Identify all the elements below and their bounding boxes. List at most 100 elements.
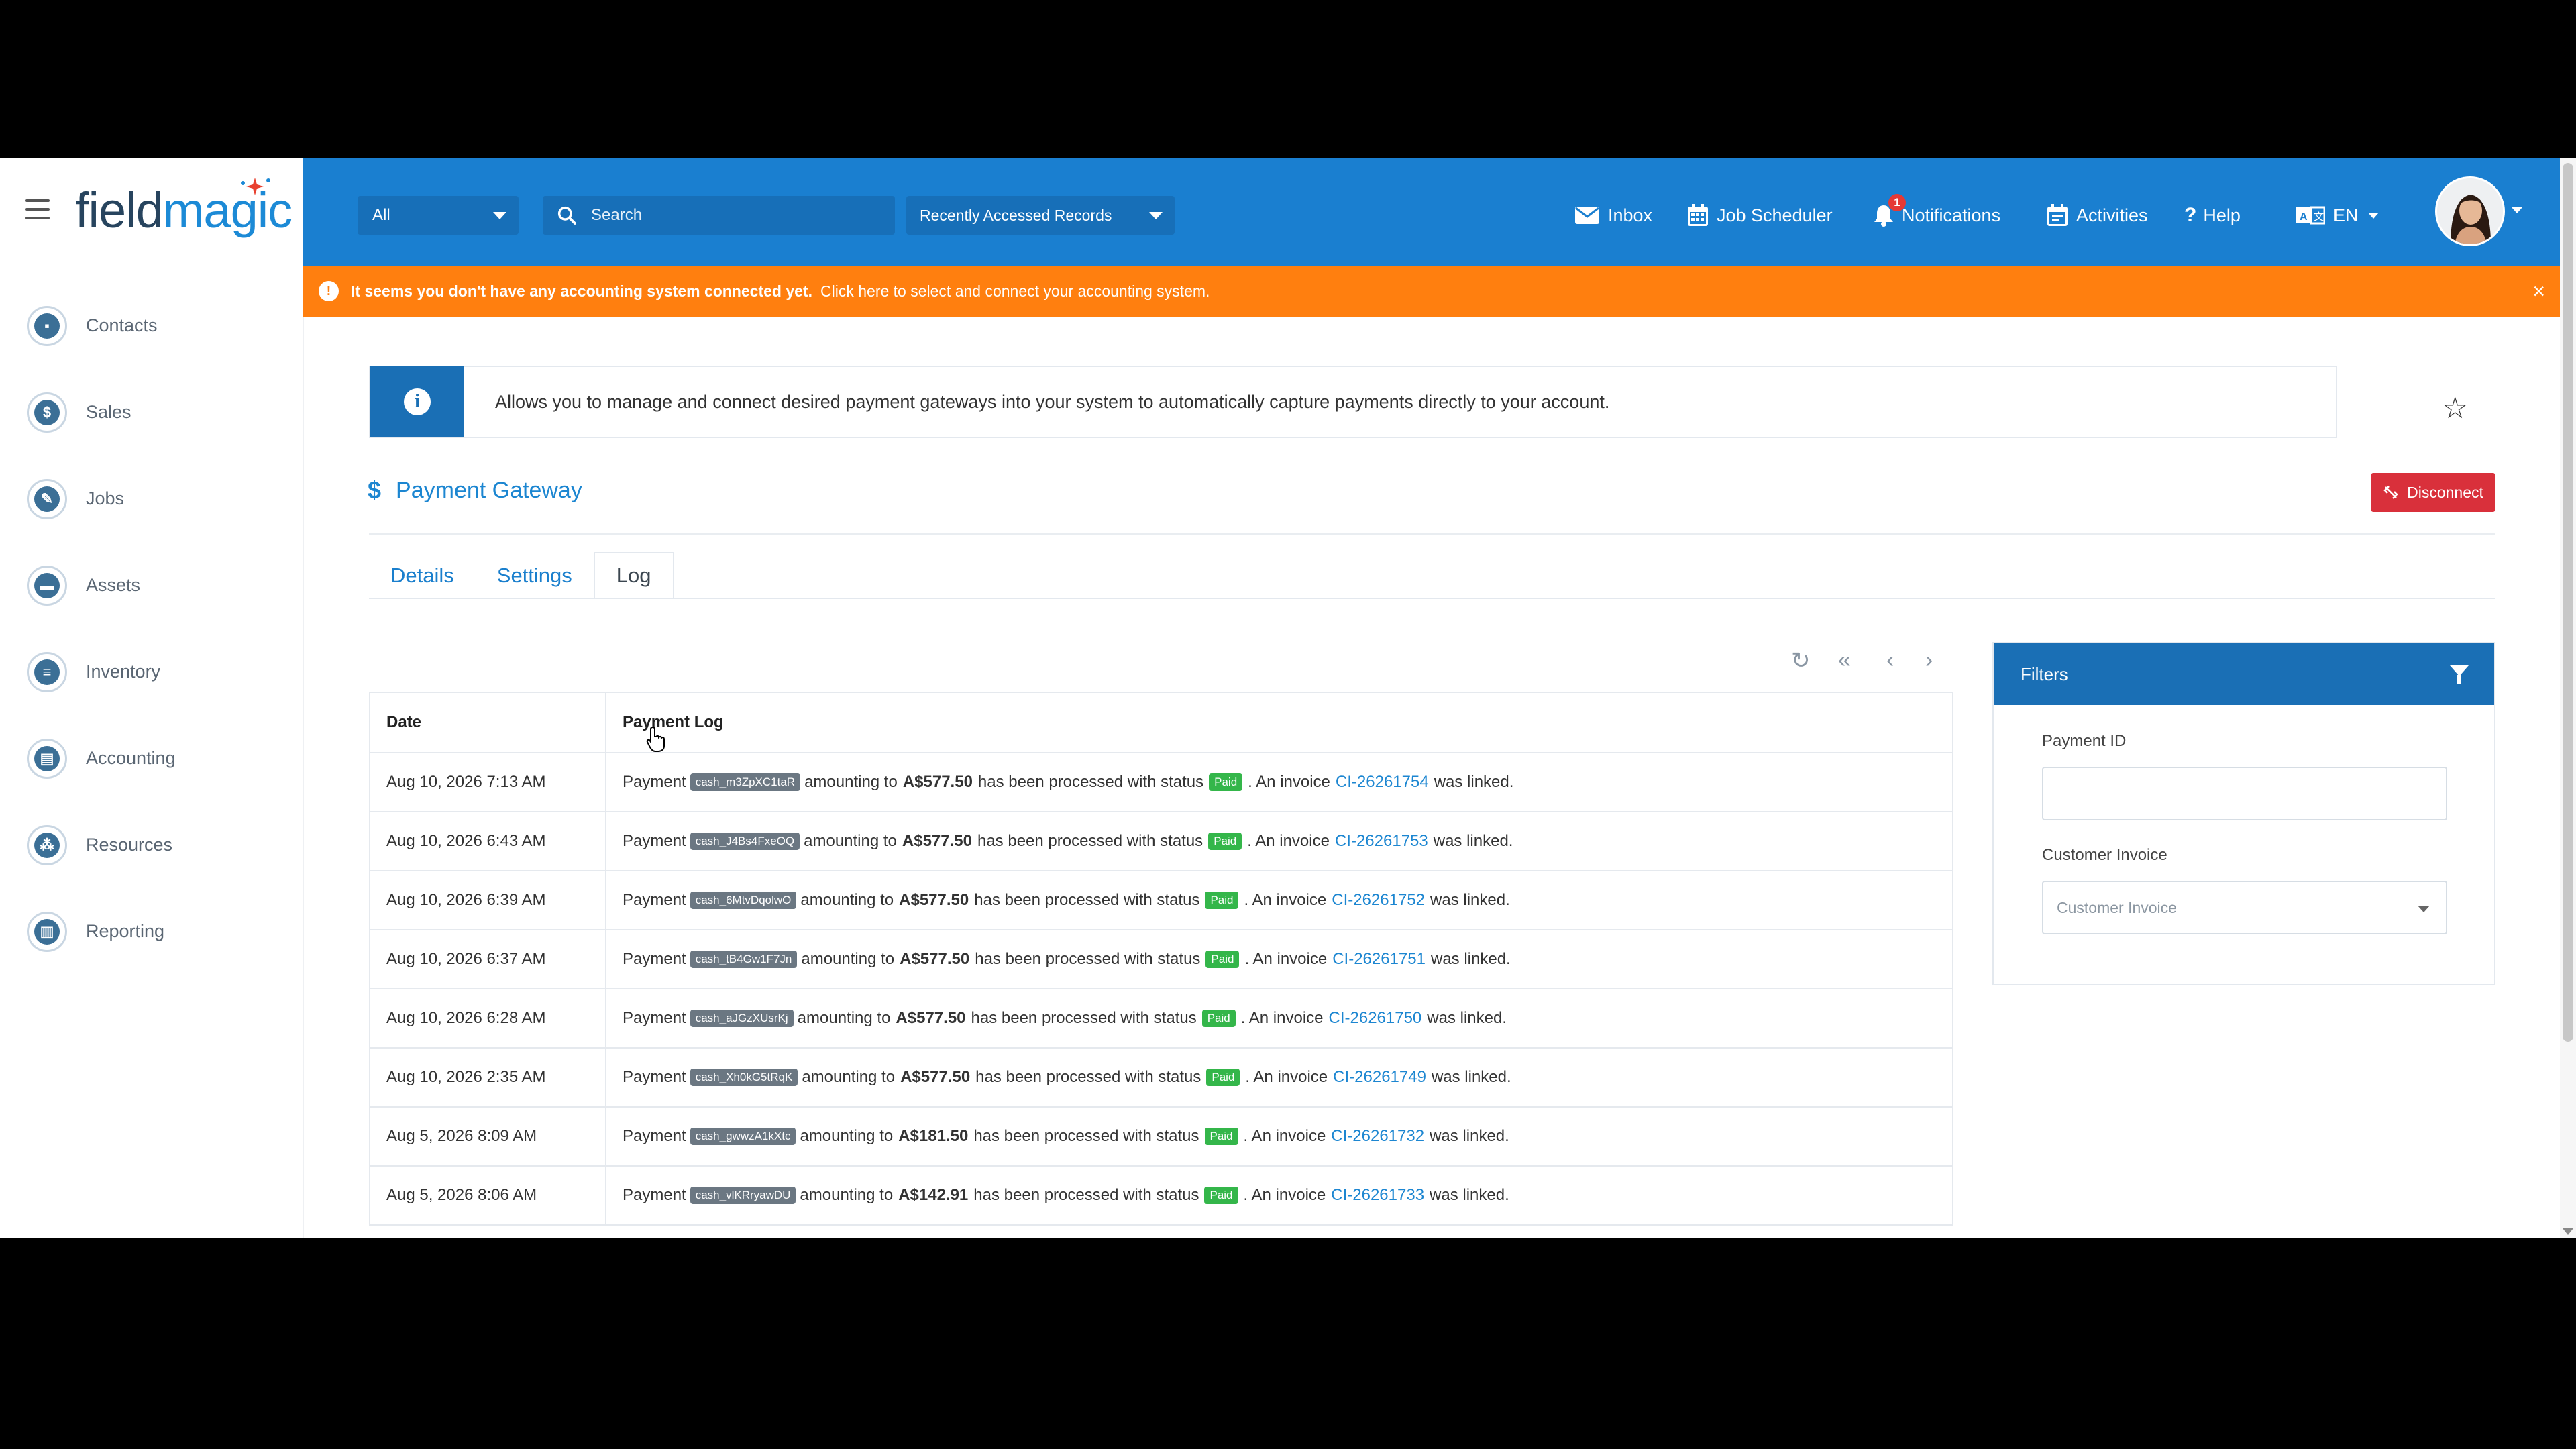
page-scrollbar[interactable] [2560, 158, 2576, 1238]
star-favorite-icon[interactable]: ☆ [2442, 391, 2468, 425]
log-prefix: Payment [623, 773, 686, 791]
payment-code-badge: cash_tB4Gw1F7Jn [690, 951, 798, 968]
previous-page-icon[interactable]: ‹ [1886, 647, 1894, 674]
tab-divider [369, 598, 2496, 599]
status-badge: Paid [1206, 1069, 1240, 1086]
customer-invoice-placeholder: Customer Invoice [2057, 898, 2177, 916]
sidebar-item-accounting[interactable]: ▤ Accounting [0, 715, 303, 802]
sidebar-item-resources[interactable]: ⁂ Resources [0, 802, 303, 888]
invoice-link[interactable]: CI-26261732 [1331, 1127, 1424, 1146]
payment-id-input[interactable] [2042, 767, 2447, 820]
scope-select[interactable]: All [358, 196, 519, 235]
scope-select-value: All [372, 206, 390, 224]
disconnect-button[interactable]: Disconnect [2371, 473, 2496, 512]
log-date: Aug 10, 2026 6:28 AM [370, 989, 606, 1047]
table-row: Aug 10, 2026 7:13 AM Payment cash_m3ZpXC1t… [370, 753, 1952, 812]
user-avatar[interactable] [2435, 176, 2505, 246]
sidebar-nav: ▪ Contacts $ Sales ✎ Jobs ▬ Assets ≡ Inventory ▤ Ac… [0, 282, 303, 975]
sidebar-item-sales[interactable]: $ Sales [0, 369, 303, 455]
search-box[interactable] [543, 196, 895, 235]
invoice-link[interactable]: CI-26261733 [1331, 1186, 1424, 1205]
job-scheduler-link[interactable]: Job Scheduler [1687, 195, 1833, 235]
sidebar-item-inventory[interactable]: ≡ Inventory [0, 629, 303, 715]
log-invoice-text: . An invoice [1240, 1009, 1324, 1027]
activities-link[interactable]: Activities [2047, 195, 2148, 235]
inbox-link[interactable]: Inbox [1574, 195, 1652, 235]
log-date: Aug 10, 2026 6:43 AM [370, 812, 606, 870]
sidebar-item-jobs[interactable]: ✎ Jobs [0, 455, 303, 542]
tab-settings[interactable]: Settings [476, 552, 594, 599]
contacts-icon: ▪ [27, 305, 67, 346]
avatar-chevron-icon[interactable] [2512, 207, 2522, 213]
log-suffix: was linked. [1427, 1009, 1507, 1027]
nav-icon-glyph: ▥ [34, 918, 60, 945]
invoice-link[interactable]: CI-26261750 [1329, 1009, 1422, 1028]
hamburger-menu-icon[interactable] [25, 199, 50, 219]
payment-amount: A$577.50 [902, 773, 973, 791]
log-column-header[interactable]: Payment Log [606, 713, 1952, 732]
divider [369, 533, 2496, 535]
info-icon: i [404, 388, 431, 415]
log-mid-text: amounting to [800, 1186, 894, 1204]
connect-accounting-link[interactable]: Click here to select and connect your ac… [820, 282, 1210, 301]
svg-text:文: 文 [2314, 211, 2324, 223]
dollar-icon: $ [27, 392, 67, 433]
language-label: EN [2333, 205, 2359, 225]
filters-panel: Filters Payment ID Customer Invoice Cust… [1992, 642, 2496, 985]
resources-icon: ⁂ [27, 824, 67, 865]
log-message: Payment cash_aJGzXUsrKj amounting to A$577.… [606, 1009, 1952, 1028]
invoice-link[interactable]: CI-26261754 [1336, 773, 1429, 792]
status-badge: Paid [1201, 1010, 1236, 1027]
log-prefix: Payment [623, 891, 686, 909]
scroll-down-icon[interactable] [2563, 1228, 2573, 1235]
next-page-icon[interactable]: › [1925, 647, 1933, 674]
log-date: Aug 10, 2026 6:39 AM [370, 871, 606, 929]
log-message: Payment cash_m3ZpXC1taR amounting to A$577.… [606, 773, 1952, 792]
job-scheduler-label: Job Scheduler [1717, 205, 1833, 225]
log-mid-text: amounting to [801, 950, 895, 968]
close-icon[interactable]: × [2532, 279, 2545, 304]
tab-log[interactable]: Log [593, 552, 674, 599]
first-page-icon[interactable]: « [1838, 647, 1851, 674]
customer-invoice-select[interactable]: Customer Invoice [2042, 881, 2447, 934]
log-date: Aug 10, 2026 7:13 AM [370, 753, 606, 811]
invoice-link[interactable]: CI-26261753 [1335, 832, 1428, 851]
envelope-icon [1575, 207, 1599, 224]
briefcase-icon: ▬ [27, 565, 67, 606]
log-date: Aug 5, 2026 8:09 AM [370, 1108, 606, 1165]
sidebar-item-reporting[interactable]: ▥ Reporting [0, 888, 303, 975]
invoice-link[interactable]: CI-26261749 [1333, 1068, 1426, 1087]
unlink-icon [2383, 486, 2398, 499]
log-mid-text: amounting to [804, 832, 897, 850]
page-title: $ Payment Gateway [368, 476, 582, 504]
notifications-link[interactable]: 1 Notifications [1874, 194, 2000, 235]
invoice-link[interactable]: CI-26261752 [1332, 891, 1425, 910]
help-label: Help [2203, 205, 2241, 225]
log-message: Payment cash_6MtvDqolwO amounting to A$577.… [606, 891, 1952, 910]
table-row: Aug 10, 2026 6:43 AM Payment cash_J4Bs4Fxe… [370, 812, 1952, 871]
sidebar-item-contacts[interactable]: ▪ Contacts [0, 282, 303, 369]
disconnect-label: Disconnect [2407, 483, 2483, 501]
search-input[interactable] [590, 205, 874, 225]
scrollbar-thumb[interactable] [2563, 163, 2573, 1042]
log-mid-text: amounting to [800, 1127, 894, 1145]
date-column-header[interactable]: Date [370, 693, 606, 752]
log-suffix: was linked. [1431, 1068, 1511, 1086]
filter-icon[interactable] [2450, 665, 2469, 684]
table-body: Aug 10, 2026 7:13 AM Payment cash_m3ZpXC1t… [370, 753, 1952, 1226]
log-message: Payment cash_gwwzA1kXtc amounting to A$181.… [606, 1127, 1952, 1146]
log-status-text: has been processed with status [977, 773, 1204, 791]
sidebar-item-assets[interactable]: ▬ Assets [0, 542, 303, 629]
log-message: Payment cash_tB4Gw1F7Jn amounting to A$577.… [606, 950, 1952, 969]
log-message: Payment cash_Xh0kG5tRqK amounting to A$577.… [606, 1068, 1952, 1087]
log-prefix: Payment [623, 1068, 686, 1086]
refresh-icon[interactable]: ↻ [1791, 647, 1811, 674]
language-select[interactable]: A文 EN [2296, 195, 2379, 235]
tab-details[interactable]: Details [369, 552, 476, 599]
table-row: Aug 10, 2026 6:28 AM Payment cash_aJGzXUsr… [370, 989, 1952, 1049]
help-link[interactable]: ? Help [2184, 195, 2241, 235]
recently-accessed-select[interactable]: Recently Accessed Records [906, 196, 1175, 235]
invoice-link[interactable]: CI-26261751 [1332, 950, 1426, 969]
payment-code-badge: cash_m3ZpXC1taR [690, 773, 801, 791]
log-status-text: has been processed with status [974, 891, 1200, 909]
